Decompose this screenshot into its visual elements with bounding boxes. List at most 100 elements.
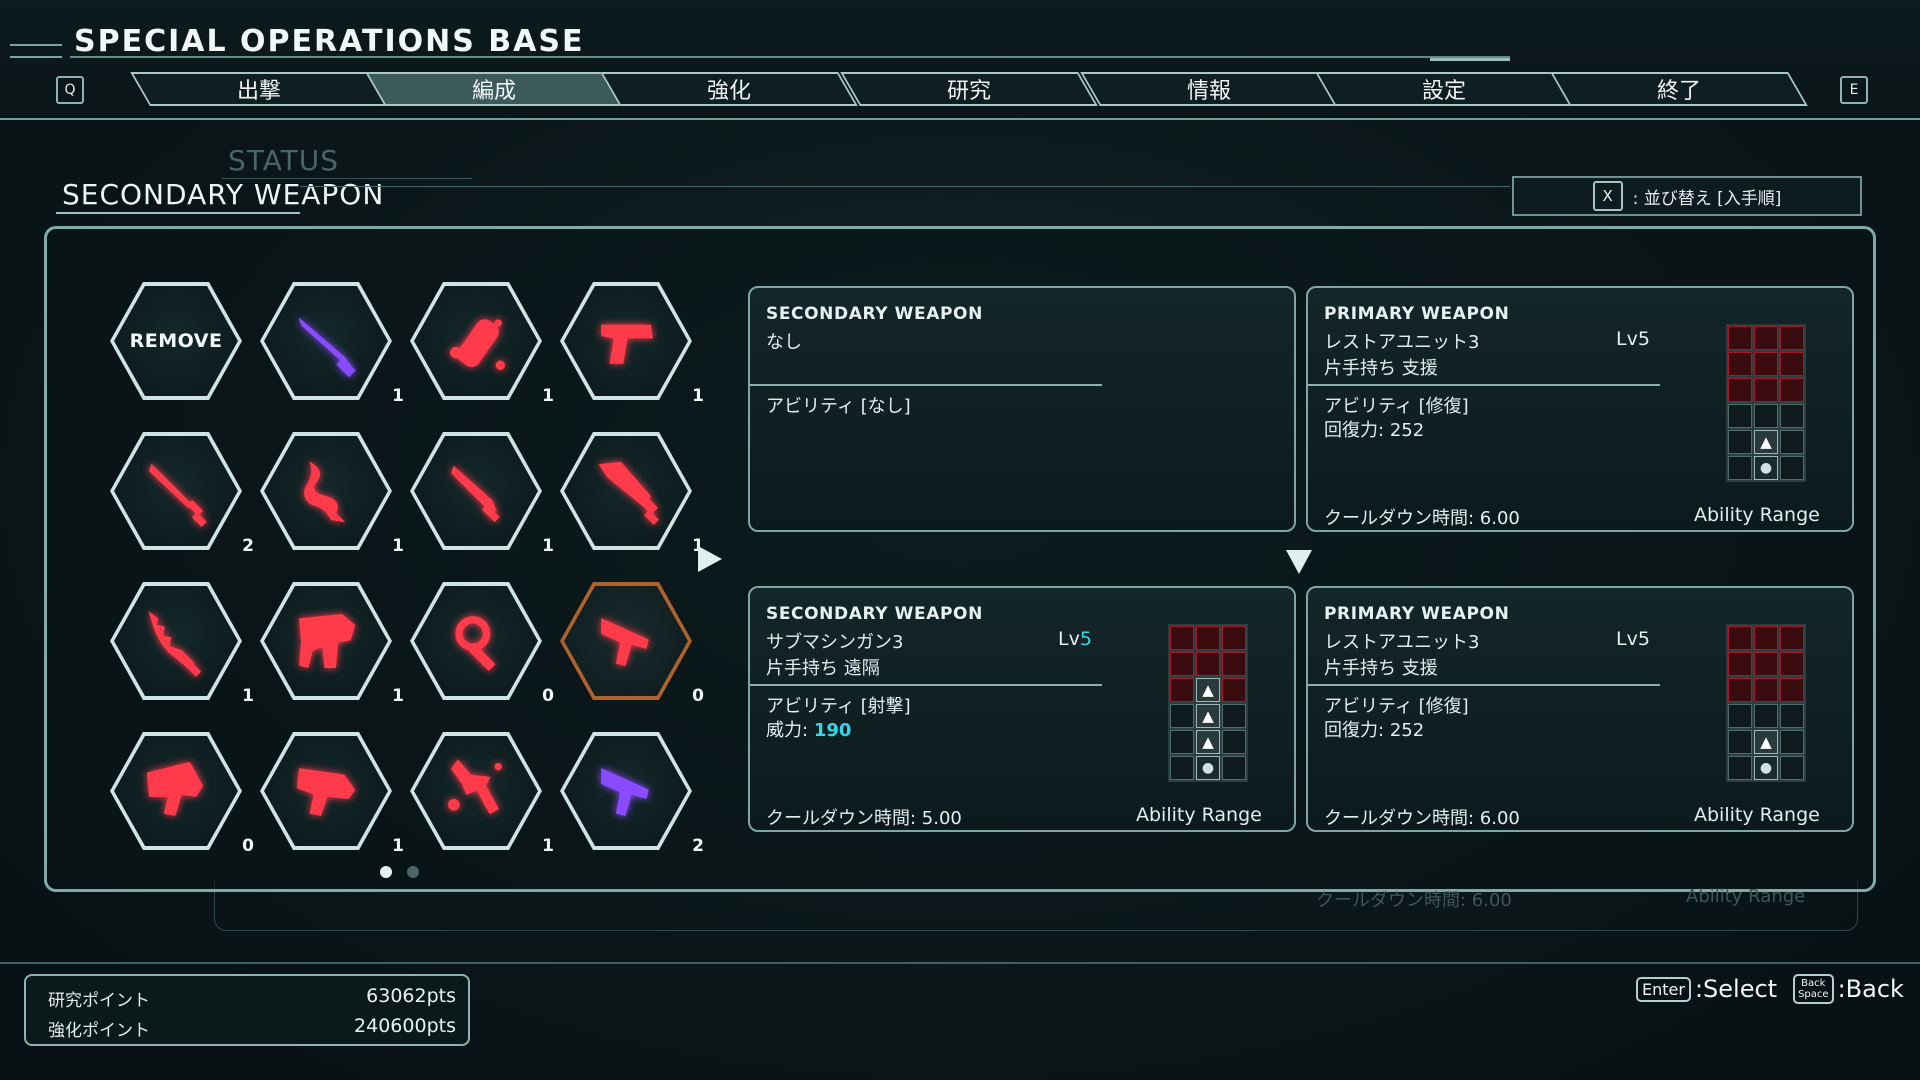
upgrade-points-label: 強化ポイント — [48, 1021, 150, 1041]
item-count: 0 — [242, 836, 254, 856]
range-cell — [1222, 730, 1246, 754]
weapon-slot[interactable]: 0 — [110, 732, 254, 856]
red-gear-wrench-icon — [455, 616, 496, 672]
weapon-level: Lv5 — [1058, 628, 1092, 650]
tab-label: 情報 — [1186, 79, 1231, 104]
range-cell — [1780, 430, 1804, 454]
ability-range-grid: ▲ ● — [1726, 324, 1806, 482]
range-cell — [1728, 756, 1752, 780]
stat-value: 252 — [1389, 720, 1425, 741]
arrow-right-icon — [698, 546, 722, 572]
ability-range-grid: ▲ ● — [1726, 624, 1806, 782]
tab-settings[interactable]: 設定 — [1315, 72, 1573, 106]
weapon-slot[interactable]: 0 — [410, 582, 554, 706]
new-primary-card: PRIMARY WEAPON レストアユニット3 Lv5 片手持ち 支援 アビリ… — [1306, 586, 1854, 832]
unit-position-icon: ● — [1754, 456, 1778, 480]
weapon-slot[interactable]: 1 — [260, 432, 404, 556]
up-arrow-icon: ▲ — [1196, 730, 1220, 754]
tab-prev-key[interactable]: Q — [56, 76, 84, 104]
unit-position-icon: ● — [1196, 756, 1220, 780]
range-cell — [1728, 430, 1752, 454]
range-cell — [1728, 456, 1752, 480]
tab-upgrade[interactable]: 強化 — [600, 72, 858, 106]
tab-loadout[interactable]: 編成 — [365, 72, 623, 106]
range-cell-target — [1780, 352, 1804, 376]
weapon-slot[interactable]: 1 — [260, 732, 404, 856]
range-cell — [1780, 756, 1804, 780]
weapon-slot[interactable]: 1 — [410, 282, 554, 406]
weapon-slot[interactable]: 1 — [260, 582, 404, 706]
card-separator — [1308, 384, 1660, 386]
up-arrow-icon: ▲ — [1196, 704, 1220, 728]
ghost-range-text: Ability Range — [1686, 886, 1806, 907]
range-cell — [1780, 730, 1804, 754]
item-count: 2 — [692, 836, 704, 856]
red-serrated-blade-icon — [148, 611, 202, 677]
range-cell-target — [1780, 678, 1804, 702]
tab-sortie[interactable]: 出撃 — [130, 72, 388, 106]
range-cell-target — [1754, 678, 1778, 702]
item-count: 1 — [542, 536, 554, 556]
remove-button[interactable]: REMOVE — [110, 282, 242, 400]
tab-next-key[interactable]: E — [1840, 76, 1868, 104]
weapon-name: レストアユニット3 — [1324, 632, 1480, 653]
red-submachine-gun-icon — [601, 617, 649, 666]
sort-button[interactable]: X : 並び替え [入手順] — [1512, 176, 1862, 216]
current-secondary-card: SECONDARY WEAPON なし アビリティ [なし] — [748, 286, 1296, 532]
red-short-knife-icon — [451, 465, 500, 523]
range-cell-target — [1196, 626, 1220, 650]
weapon-slot[interactable]: 1 — [560, 432, 704, 556]
range-cell-target — [1728, 678, 1752, 702]
range-cell — [1170, 704, 1194, 728]
weapon-slot[interactable]: 1 — [110, 582, 254, 706]
level-value: 5 — [1079, 628, 1092, 650]
stat-line: 回復力: 252 — [1324, 416, 1424, 442]
range-cell — [1780, 404, 1804, 428]
title-rule — [70, 56, 1510, 58]
tab-label: 終了 — [1656, 79, 1701, 104]
weapon-slot[interactable]: 0 — [560, 582, 704, 706]
page-dot-active[interactable] — [380, 866, 392, 878]
tab-quit[interactable]: 終了 — [1550, 72, 1808, 106]
tab-research[interactable]: 研究 — [840, 72, 1098, 106]
range-cell-target — [1728, 352, 1752, 376]
red-launcher-icon — [146, 761, 204, 816]
weapon-level: Lv5 — [1616, 328, 1650, 350]
backspace-key-icon[interactable]: Back Space — [1793, 974, 1834, 1004]
weapon-slot[interactable]: 1 — [260, 282, 404, 406]
section-underline — [56, 212, 300, 214]
range-cell-target — [1780, 626, 1804, 650]
weapon-slot[interactable]: 2 — [110, 432, 254, 556]
card-type: SECONDARY WEAPON — [766, 304, 983, 324]
weapon-slot[interactable]: 2 — [560, 732, 704, 856]
ability-range-label: Ability Range — [1694, 804, 1820, 826]
page-dot[interactable] — [407, 866, 419, 878]
remove-label: REMOVE — [129, 330, 223, 352]
back-key-line1: Back — [1801, 978, 1826, 989]
sort-label: : 並び替え [入手順] — [1632, 188, 1782, 209]
title-decoration — [10, 44, 62, 58]
card-separator — [750, 384, 1102, 386]
weapon-slot[interactable]: 1 — [560, 282, 704, 406]
weapon-slot[interactable]: 1 — [410, 432, 554, 556]
ability-range-label: Ability Range — [1694, 504, 1820, 526]
back-label: :Back — [1837, 975, 1904, 1003]
range-cell — [1170, 756, 1194, 780]
unit-position-icon: ● — [1754, 756, 1778, 780]
up-arrow-icon: ▲ — [1754, 730, 1778, 754]
weapon-desc: 片手持ち 遠隔 — [766, 658, 880, 679]
points-panel: 研究ポイント 63062pts 強化ポイント 240600pts — [24, 974, 470, 1046]
red-dagger-icon — [148, 463, 207, 528]
weapon-name: サブマシンガン3 — [766, 632, 904, 653]
weapon-desc: 片手持ち 支援 — [1324, 358, 1438, 379]
weapon-slot[interactable]: 1 — [410, 732, 554, 856]
tab-info[interactable]: 情報 — [1080, 72, 1338, 106]
card-separator — [1308, 684, 1660, 686]
red-spray-gun-icon — [447, 759, 502, 814]
tab-label: 強化 — [706, 79, 751, 104]
enter-key-icon[interactable]: Enter — [1636, 976, 1691, 1002]
range-cell-target — [1780, 326, 1804, 350]
item-count: 1 — [392, 536, 404, 556]
red-heavy-blade-icon — [598, 461, 659, 525]
tab-label: 設定 — [1421, 79, 1466, 104]
